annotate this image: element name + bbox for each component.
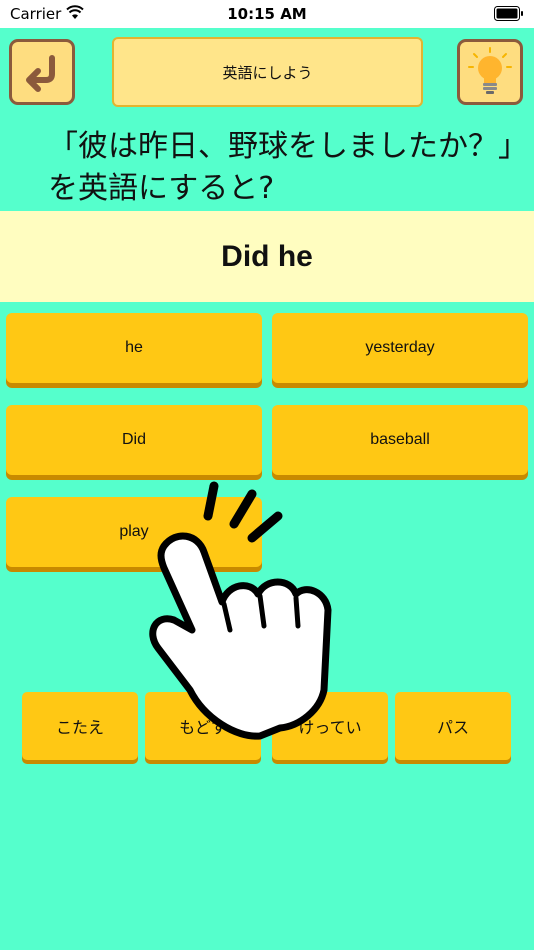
- page-title: 英語にしよう: [112, 37, 423, 107]
- battery-icon: [494, 6, 523, 21]
- confirm-button[interactable]: けってい: [272, 692, 388, 760]
- answer-button[interactable]: こたえ: [22, 692, 138, 760]
- answer-display: Did he: [0, 211, 534, 302]
- page-title-label: 英語にしよう: [222, 63, 313, 82]
- word-button-yesterday[interactable]: yesterday: [272, 313, 528, 383]
- back-button[interactable]: [9, 39, 75, 105]
- word-button-did[interactable]: Did: [6, 405, 262, 475]
- pass-button[interactable]: パス: [395, 692, 511, 760]
- clock: 10:15 AM: [227, 5, 307, 23]
- answer-text: Did he: [221, 239, 313, 273]
- word-button-he[interactable]: he: [6, 313, 262, 383]
- undo-button[interactable]: もどす: [145, 692, 261, 760]
- word-button-play[interactable]: play: [6, 497, 262, 567]
- word-button-baseball[interactable]: baseball: [272, 405, 528, 475]
- status-bar: Carrier 10:15 AM: [0, 0, 534, 28]
- question-text: 「彼は昨日、野球をしましたか？」を英語にすると?: [48, 129, 513, 206]
- lightbulb-icon: [468, 47, 512, 94]
- hint-button[interactable]: [457, 39, 523, 105]
- back-arrow-icon: [26, 55, 55, 92]
